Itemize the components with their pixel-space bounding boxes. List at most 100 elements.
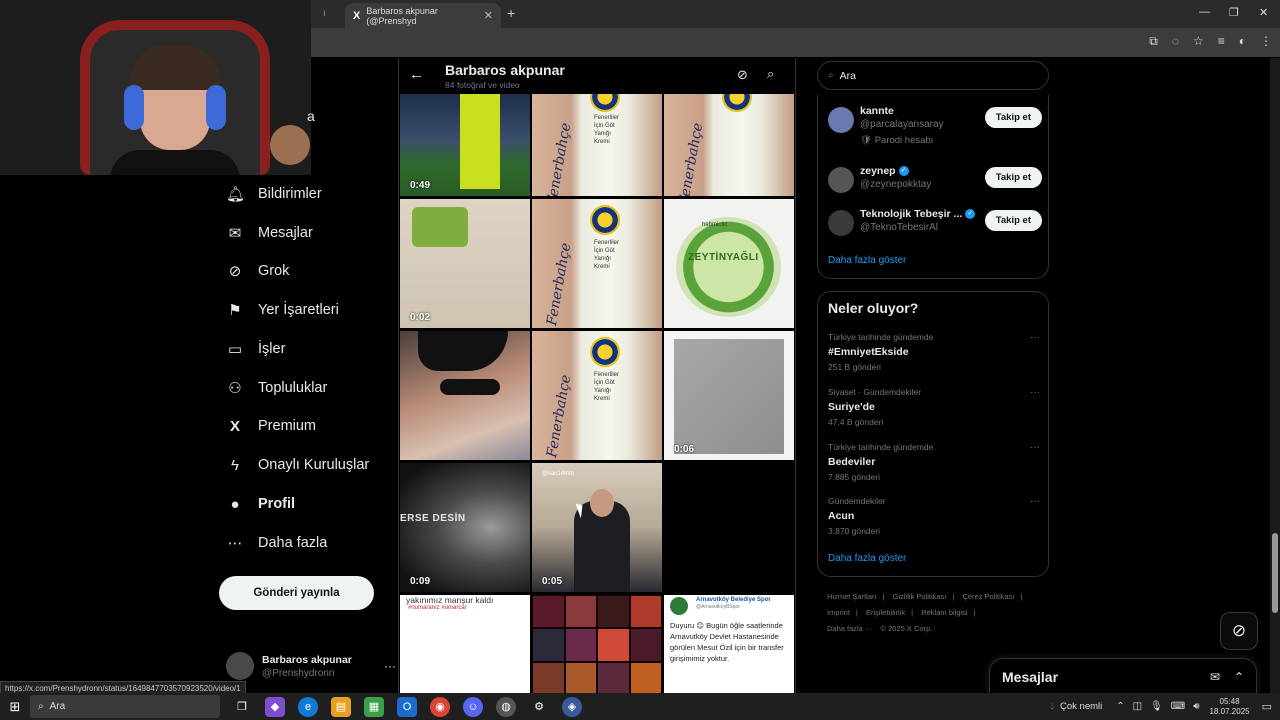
trend-name: Acun [828,510,855,522]
follow-suggestion[interactable]: kannte @parcalayansaray 🛡 Parodi hesabı … [828,105,1042,146]
footer-link[interactable]: Erişilebilirlik [866,608,905,617]
nav-item-grok[interactable]: ⊘ Grok [226,259,290,283]
keyboard-icon[interactable]: ⌨ [1171,701,1185,712]
scrollbar[interactable] [1270,58,1280,693]
media-tile[interactable]: 0:06 [664,331,794,460]
more-icon[interactable]: ··· [1030,332,1040,343]
nav-item-bildirimler[interactable]: 🔔︎ Bildirimler [226,182,322,206]
nav-item-verified-orgs[interactable]: ϟ Onaylı Kuruluşlar [226,453,369,477]
notification-icon[interactable]: ▭ [1262,700,1272,713]
network-icon[interactable]: ◫ [1133,701,1142,712]
search-icon[interactable]: ⌕ [767,66,774,82]
more-icon[interactable]: ··· [1030,496,1040,507]
media-tile[interactable] [532,595,662,693]
media-tile[interactable]: ERSE DESİN 0:09 [400,463,530,592]
chevron-up-icon[interactable]: ⌃ [1234,670,1244,684]
footer-link[interactable]: Daha fazla ··· [827,624,872,633]
media-tile[interactable] [400,331,530,460]
media-tile[interactable]: Fenerliler İçin Göt Yanığı Kremi Fenerba… [532,199,662,328]
nav-item-bookmarks[interactable]: ⚑ Yer İşaretleri [226,298,339,322]
media-tile[interactable]: hebmictic ZEYTİNYAĞLI [664,199,794,328]
task-view-icon[interactable]: ❐ [232,697,252,717]
chrome-icon[interactable]: ◉ [430,696,450,717]
nav-item-jobs[interactable]: ▭ İşler [226,337,286,361]
copilot-icon[interactable]: ◆ [265,696,285,717]
scrollbar-thumb[interactable] [1272,533,1278,613]
media-tile[interactable]: yakınımız manşur kaldı #numaranız #umarc… [400,595,530,693]
window-close-button[interactable]: ✕ [1259,6,1268,19]
kebab-menu-icon[interactable]: ⋮ [1260,34,1272,49]
search-input[interactable]: ⌕ Ara [817,61,1049,90]
trend-item[interactable]: Türkiye tarihinde gündemde Bedeviler 7.8… [828,442,1040,482]
more-icon[interactable]: ··· [1030,387,1040,398]
playlist-icon[interactable]: ≡ [1218,34,1225,49]
close-icon[interactable]: ✕ [484,9,493,22]
more-icon[interactable]: ··· [384,659,396,673]
account-switcher[interactable]: Barbaros akpunar @Prenshydronn ··· [226,650,396,682]
media-tile[interactable]: 0:02 [400,199,530,328]
browser-tab-partial[interactable]: ı [311,6,341,28]
messages-drawer[interactable]: Mesajlar ✉ ⌃ [989,658,1257,694]
windows-start-icon[interactable]: ⊞ [0,699,30,715]
grok-button[interactable]: ⊘ [1220,612,1258,650]
footer-link[interactable]: Çerez Politikası [962,592,1014,601]
follow-button[interactable]: Takip et [984,107,1042,128]
new-tab-button[interactable]: + [507,5,515,21]
cast-icon[interactable]: ⧉ [1149,34,1158,49]
follow-suggestion[interactable]: zeynep ✓ @zeynepokktay Takip et [828,165,1042,193]
more-icon[interactable]: ··· [1030,442,1040,453]
post-button[interactable]: Gönderi yayınla [219,576,374,610]
grok-icon[interactable]: ⊘ [737,67,748,83]
weather-widget[interactable]: 💧︎ Çok nemli [1050,701,1102,712]
volume-icon[interactable]: 🔊︎ [1193,701,1199,712]
settings-icon[interactable]: ⚙ [529,697,549,717]
eye-off-icon[interactable]: ◌ [1172,34,1179,49]
footer-link[interactable]: Imprint [827,608,850,617]
media-tile[interactable]: Arnavutköy Belediye Spor @ArnavutkoyBSpo… [664,595,794,693]
media-tile[interactable]: Fenerliler İçin Göt Yanığı Kremi Fenerba… [532,94,662,196]
drawer-title: Mesajlar [1002,668,1059,685]
show-more-link[interactable]: Daha fazla göster [828,255,906,266]
file-explorer-icon[interactable]: ▤ [331,696,351,717]
back-arrow-icon[interactable]: ← [409,66,424,83]
footer-link[interactable]: Hizmet Şartları [827,592,877,601]
address-bar[interactable]: ⧉ ◌ ☆ ≡ ◐ ⋮ [311,28,1280,57]
media-tile[interactable]: @ilan14mm 0:05 [532,463,662,592]
nav-item-mesajlar[interactable]: ✉ Mesajlar [226,221,313,245]
profile-icon[interactable]: ◐ [1239,34,1246,49]
taskbar-search[interactable]: ⌕ Ara [30,695,220,718]
nav-item-profile[interactable]: ● Profil [226,492,295,516]
star-icon[interactable]: ☆ [1193,34,1204,49]
nav-item-communities[interactable]: ⚇ Topluluklar [226,376,327,400]
nav-item-more[interactable]: ⋯ Daha fazla [226,531,328,555]
who-to-follow: kannte @parcalayansaray 🛡 Parodi hesabı … [817,95,1049,279]
follow-button[interactable]: Takip et [984,167,1042,188]
vpn-icon[interactable]: ◈ [562,696,582,717]
maximize-button[interactable]: ❐ [1229,6,1239,19]
follow-suggestion[interactable]: Teknolojik Tebeşir ... ✓ @TeknoTebesirAl … [828,208,1042,236]
follow-button[interactable]: Takip et [984,210,1042,231]
footer-link[interactable]: Gizlilik Politikası [893,592,947,601]
show-more-link[interactable]: Daha fazla göster [828,553,906,564]
obs-icon[interactable]: ◍ [496,696,516,717]
media-tile[interactable]: Fenerbahçe [664,94,794,196]
discord-icon[interactable]: ☺ [463,696,483,717]
chevron-up-icon[interactable]: ⌃ [1116,701,1124,712]
person-image [460,94,500,189]
store-icon[interactable]: ▦ [364,696,384,717]
minimize-button[interactable]: — [1199,6,1210,18]
trend-item[interactable]: Gündemdekiler Acun 3.870 gönderi ··· [828,496,1040,536]
trend-item[interactable]: Türkiye tarihinde gündemde #EmniyetEksid… [828,332,1040,372]
media-tile[interactable]: 0:49 [400,94,530,196]
edge-icon[interactable]: e [298,696,318,717]
footer-link[interactable]: Reklam bilgisi [921,608,967,617]
microphone-icon[interactable]: 🎙︎ [1150,701,1163,712]
compose-message-icon[interactable]: ✉ [1210,670,1220,684]
trend-item[interactable]: Siyaset · Gündemdekiler Suriye'de 47,4 B… [828,387,1040,427]
outlook-icon[interactable]: O [397,696,417,717]
media-tile[interactable]: Fenerliler İçin Göt Yanığı Kremi Fenerba… [532,331,662,460]
nav-item-premium[interactable]: X Premium [226,414,316,438]
clock[interactable]: 05:48 18.07.2025 [1210,697,1250,717]
cream-jar [676,217,781,317]
browser-tab-active[interactable]: X Barbaros akpunar (@Prenshyd ✕ [345,3,501,28]
